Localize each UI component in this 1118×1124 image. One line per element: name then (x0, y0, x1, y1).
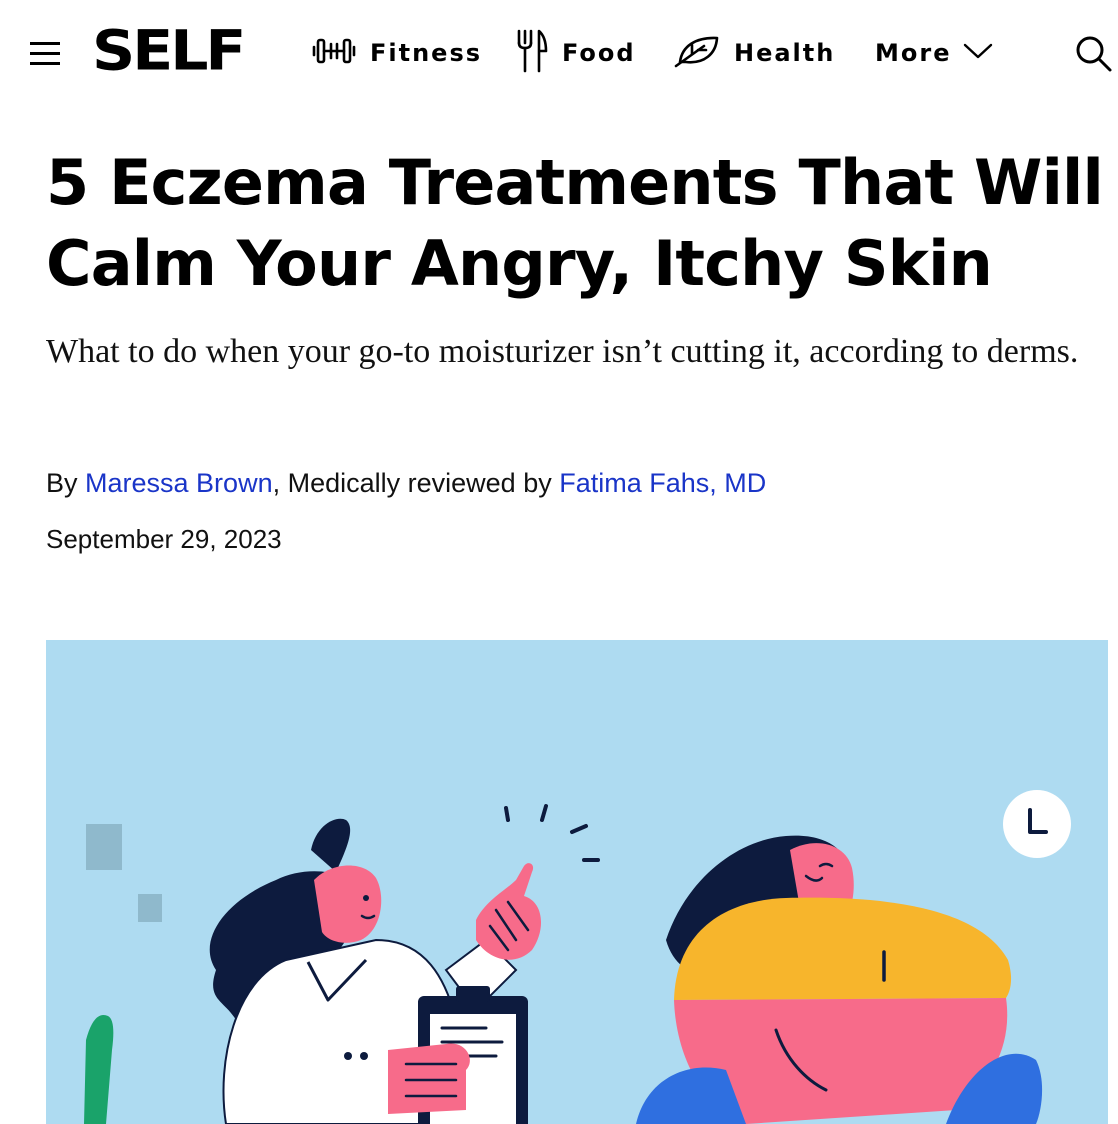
leaf-icon (674, 34, 720, 73)
search-icon[interactable] (1074, 34, 1114, 74)
headline-line-1: 5 Eczema Treatments That Will (46, 146, 1104, 219)
site-logo[interactable]: SELF (92, 18, 246, 84)
publish-date: September 29, 2023 (46, 524, 282, 554)
article-dek: What to do when your go-to moisturizer i… (46, 333, 1079, 370)
hero-image (46, 640, 1108, 1124)
nav-item-food[interactable]: Food (516, 28, 636, 78)
dumbbell-icon (312, 36, 356, 71)
fork-knife-icon (516, 29, 548, 78)
nav-item-more[interactable]: More (875, 28, 993, 78)
chevron-down-icon (963, 42, 993, 65)
byline-prefix: By (46, 468, 86, 498)
nav-item-fitness[interactable]: Fitness (312, 28, 482, 78)
nav-label-food: Food (562, 39, 636, 67)
nav-label-more: More (875, 39, 952, 67)
hamburger-menu-icon[interactable] (30, 38, 62, 66)
headline-line-2: Calm Your Angry, Itchy Skin (46, 227, 993, 300)
site-header: SELF Fitness Food Health More (0, 0, 1118, 106)
doctor-patient-illustration (84, 790, 1071, 1124)
article-headline: 5 Eczema Treatments That Will Calm Your … (46, 142, 1118, 304)
author-link[interactable]: Maressa Brown (85, 468, 273, 498)
nav-label-fitness: Fitness (370, 39, 483, 67)
page: SELF Fitness Food Health More 5 Eczema T… (0, 0, 1118, 1124)
reviewer-link[interactable]: Fatima Fahs, MD (559, 468, 766, 498)
byline: By Maressa Brown, Medically reviewed by … (46, 468, 766, 499)
nav-item-health[interactable]: Health (674, 28, 835, 78)
nav-label-health: Health (734, 39, 836, 67)
clock-icon (1003, 790, 1071, 858)
reviewed-by-text: , Medically reviewed by (272, 468, 560, 498)
